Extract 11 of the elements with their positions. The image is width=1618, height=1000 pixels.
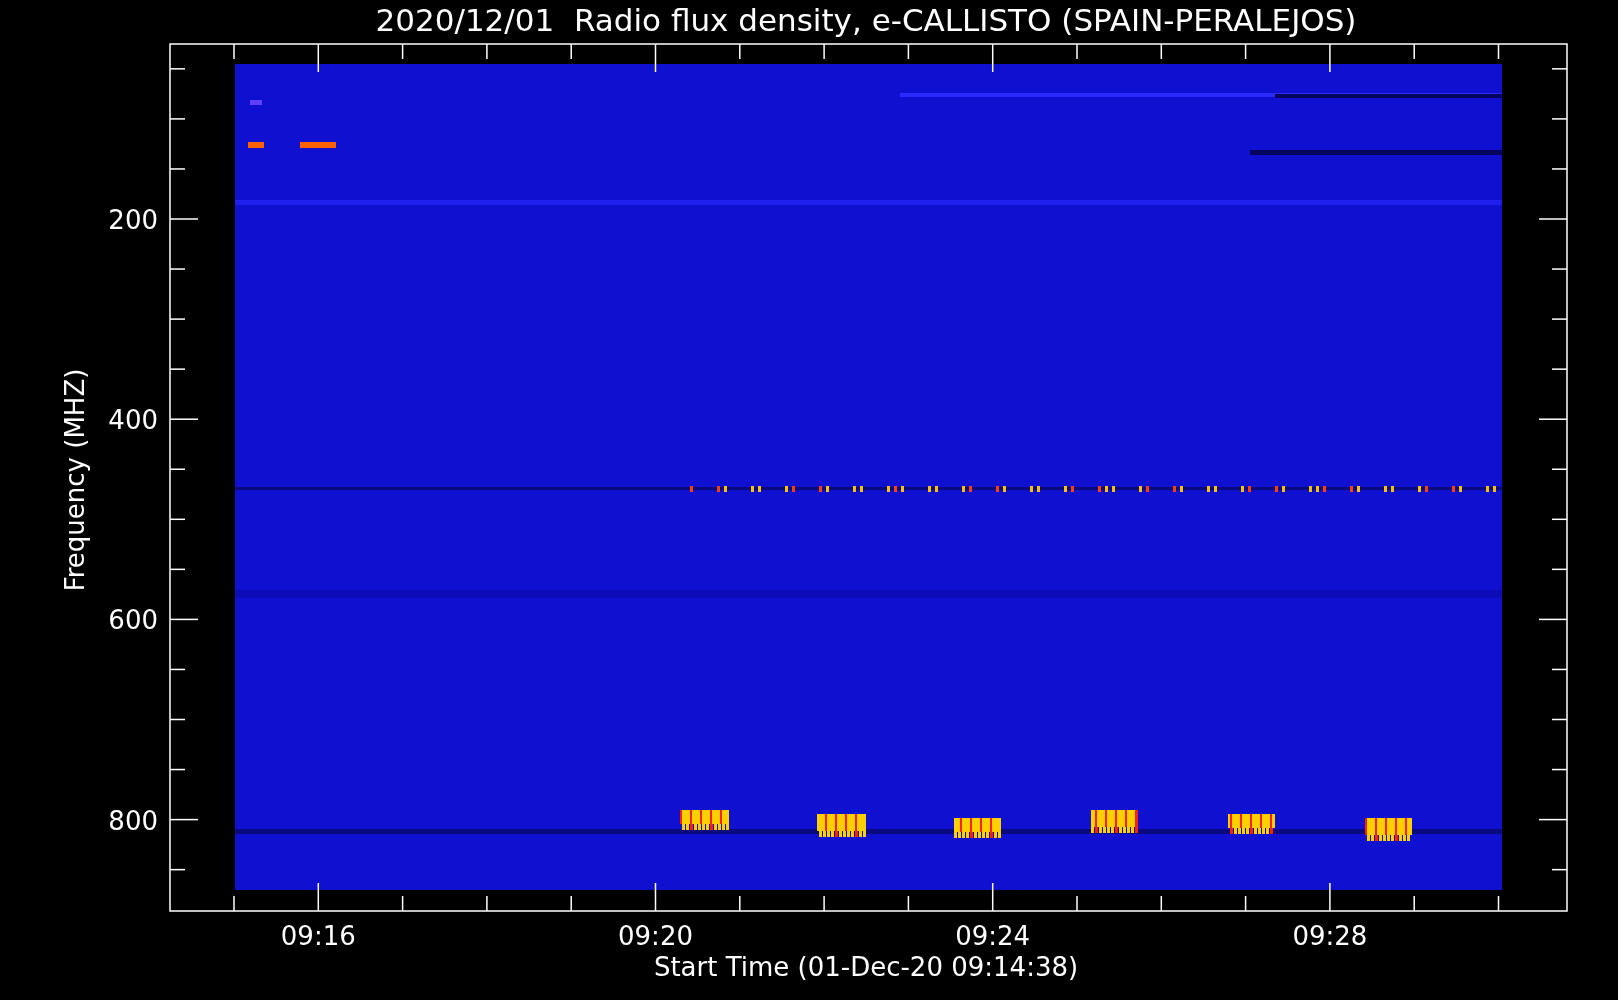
y-tick-label: 800 — [108, 805, 158, 836]
y-tick-label: 200 — [108, 205, 158, 235]
y-tick-label: 400 — [108, 405, 158, 436]
chart-title: 2020/12/01 Radio flux density, e-CALLISTO (SPAIN-PERALEJOS) — [375, 2, 1357, 38]
x-tick-label: 09:20 — [618, 921, 693, 951]
x-tick-label: 09:16 — [280, 921, 356, 951]
x-axis-label: Start Time (01-Dec-20 09:14:38) — [653, 952, 1079, 982]
x-tick-label: 09:24 — [955, 921, 1031, 951]
x-tick-label: 09:28 — [1292, 921, 1368, 951]
y-axis-label: Frequency (MHZ) — [60, 368, 90, 592]
y-tick-label: 600 — [108, 605, 158, 636]
